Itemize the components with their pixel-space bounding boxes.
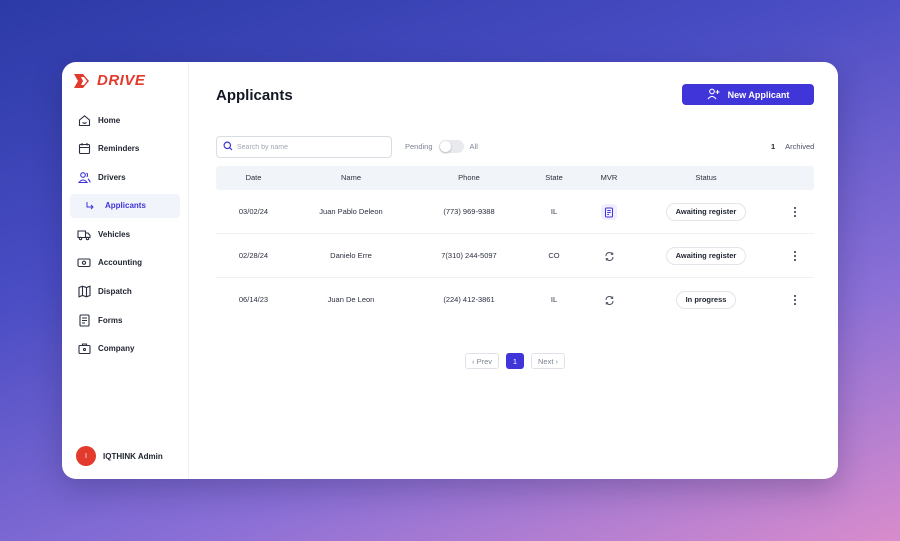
prev-page-button[interactable]: ‹ Prev — [465, 353, 500, 369]
cell-state: CO — [548, 251, 560, 260]
archived-label: Archived — [785, 142, 815, 151]
cell-actions — [775, 278, 814, 322]
cell-status: In progress — [637, 278, 775, 322]
status-filter-toggle: Pending All — [405, 140, 478, 153]
search-box[interactable] — [216, 136, 392, 158]
document-icon[interactable] — [601, 204, 617, 220]
search-icon — [223, 138, 233, 156]
cell-actions — [775, 234, 814, 278]
column-header-mvr[interactable]: MVR — [581, 166, 637, 190]
user-name: IQTHINK Admin — [103, 451, 163, 461]
cell-date: 06/14/23 — [238, 295, 269, 304]
column-header-status[interactable]: Status — [637, 166, 775, 190]
archived-count: 1 — [771, 142, 776, 151]
logo[interactable]: DRIVE — [74, 72, 145, 89]
sidebar-item-label: Accounting — [98, 258, 142, 268]
status-badge: Awaiting register — [665, 203, 747, 221]
subitem-arrow-icon — [83, 199, 97, 213]
sidebar-item-drivers[interactable]: Drivers — [70, 165, 180, 189]
new-applicant-label: New Applicant — [727, 89, 790, 100]
map-icon — [77, 285, 91, 299]
cell-phone: 7(310) 244-5097 — [441, 251, 497, 260]
sidebar-item-label: Home — [98, 115, 121, 125]
sidebar-item-label: Reminders — [98, 144, 140, 154]
column-header-date[interactable]: Date — [216, 166, 291, 190]
column-header-phone[interactable]: Phone — [411, 166, 527, 190]
refresh-icon[interactable] — [601, 248, 617, 264]
cell-mvr — [581, 278, 637, 322]
cell-state: IL — [550, 207, 558, 216]
cell-phone: (773) 969-9388 — [443, 207, 495, 216]
table-row[interactable]: 03/02/24 Juan Pablo Deleon (773) 969-938… — [216, 190, 814, 234]
sidebar-item-vehicles[interactable]: Vehicles — [70, 222, 180, 246]
calendar-icon — [77, 142, 91, 156]
pagination: ‹ Prev 1 Next › — [465, 353, 566, 369]
pending-all-toggle[interactable] — [438, 140, 464, 153]
toggle-label-all: All — [469, 142, 478, 151]
more-options-icon[interactable] — [788, 292, 802, 308]
table-header: Date Name Phone State MVR Status — [216, 166, 814, 190]
sidebar-nav: Home Reminders Drivers Applicants Vehicl… — [70, 108, 180, 365]
column-header-name[interactable]: Name — [291, 166, 411, 190]
sidebar-item-applicants[interactable]: Applicants — [70, 193, 180, 218]
drive-logo-icon — [74, 73, 94, 88]
new-applicant-button[interactable]: New Applicant — [682, 84, 814, 105]
sidebar: DRIVE Home Reminders Drivers Applicants … — [62, 62, 189, 479]
cell-name: Danielo Erre — [330, 251, 372, 260]
sidebar-item-forms[interactable]: Forms — [70, 308, 180, 332]
cell-name: Juan De Leon — [327, 295, 375, 304]
sidebar-item-dispatch[interactable]: Dispatch — [70, 280, 180, 304]
cell-actions — [775, 190, 814, 234]
cell-status: Awaiting register — [637, 234, 775, 278]
users-icon — [77, 170, 91, 184]
archived-link[interactable]: 1 Archived — [771, 142, 814, 151]
search-input[interactable] — [237, 143, 377, 151]
briefcase-icon — [77, 342, 91, 356]
sidebar-item-label: Drivers — [98, 172, 126, 182]
column-header-state[interactable]: State — [527, 166, 581, 190]
brand-name: DRIVE — [97, 72, 146, 89]
cell-date: 02/28/24 — [238, 251, 269, 260]
cell-date: 03/02/24 — [238, 207, 269, 216]
cell-mvr — [581, 234, 637, 278]
status-badge: Awaiting register — [665, 247, 747, 265]
cell-name: Juan Pablo Deleon — [319, 207, 383, 216]
table-row[interactable]: 06/14/23 Juan De Leon (224) 412-3861 IL … — [216, 278, 814, 322]
truck-icon — [77, 227, 91, 241]
sidebar-item-accounting[interactable]: Accounting — [70, 251, 180, 275]
more-options-icon[interactable] — [788, 204, 802, 220]
cell-mvr — [581, 190, 637, 234]
next-page-button[interactable]: Next › — [531, 353, 566, 369]
sidebar-item-label: Vehicles — [98, 229, 131, 239]
avatar: I — [76, 446, 96, 466]
sidebar-item-label: Dispatch — [98, 287, 132, 297]
toggle-label-pending: Pending — [405, 142, 433, 151]
sidebar-item-label: Forms — [98, 315, 123, 325]
sidebar-item-home[interactable]: Home — [70, 108, 180, 132]
cell-state: IL — [550, 295, 558, 304]
cell-phone: (224) 412-3861 — [443, 295, 495, 304]
add-user-icon — [707, 88, 720, 102]
user-profile[interactable]: I IQTHINK Admin — [76, 446, 163, 466]
page-button-current[interactable]: 1 — [506, 353, 525, 369]
sidebar-item-company[interactable]: Company — [70, 337, 180, 361]
cell-status: Awaiting register — [637, 190, 775, 234]
toggle-knob — [439, 141, 451, 152]
form-icon — [77, 313, 91, 327]
page-title: Applicants — [216, 87, 293, 104]
sidebar-item-label: Applicants — [105, 201, 146, 211]
sidebar-item-reminders[interactable]: Reminders — [70, 137, 180, 161]
status-badge: In progress — [675, 291, 737, 309]
cash-icon — [77, 256, 91, 270]
app-window: DRIVE Home Reminders Drivers Applicants … — [62, 62, 838, 479]
refresh-icon[interactable] — [601, 292, 617, 308]
sidebar-item-label: Company — [98, 344, 135, 354]
main-content: Applicants New Applicant Pending All 1 A… — [189, 62, 838, 479]
more-options-icon[interactable] — [788, 248, 802, 264]
home-icon — [77, 113, 91, 127]
table-row[interactable]: 02/28/24 Danielo Erre 7(310) 244-5097 CO… — [216, 234, 814, 278]
